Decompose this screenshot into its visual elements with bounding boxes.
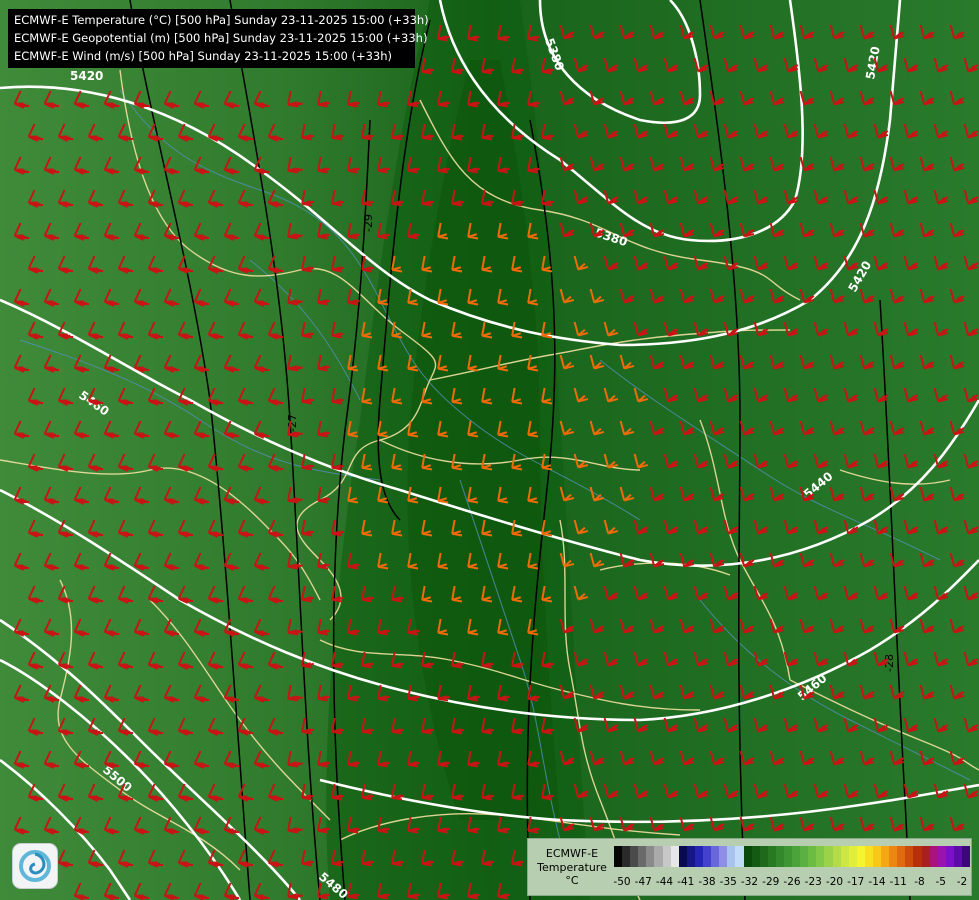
legend-tick-label: -41 xyxy=(677,876,695,888)
legend-swatch xyxy=(686,846,695,867)
legend-swatch xyxy=(743,846,752,867)
legend-swatch xyxy=(881,846,890,867)
ecmwf-swirl-icon xyxy=(19,850,51,882)
legend-tick-label: -44 xyxy=(655,876,674,888)
legend-tick-label: -5 xyxy=(935,876,946,888)
legend-swatch xyxy=(792,846,801,867)
legend-title-line-1: ECMWF-E xyxy=(545,847,599,860)
legend-swatch xyxy=(759,846,768,867)
legend-tick-label: -14 xyxy=(868,876,886,888)
legend-swatch xyxy=(848,846,857,867)
legend-swatch xyxy=(953,846,963,867)
legend-swatch xyxy=(889,846,898,867)
header-temperature: ECMWF-E Temperature (°C) [500 hPa] Sunda… xyxy=(14,13,429,27)
legend-swatch xyxy=(783,846,793,867)
legend-swatch xyxy=(921,846,930,867)
legend-swatch xyxy=(719,846,728,867)
legend-tick-label: -29 xyxy=(762,876,780,888)
legend-swatch xyxy=(775,846,784,867)
legend-tick-label: -20 xyxy=(825,876,844,888)
legend-tick-label: -2 xyxy=(956,876,968,888)
legend-title-line-2: Temperature xyxy=(537,860,607,874)
header-geopotential: ECMWF-E Geopotential (m) [500 hPa] Sunda… xyxy=(14,31,428,45)
legend-tick-label: -38 xyxy=(698,876,716,888)
map-header: ECMWF-E Temperature (°C) [500 hPa] Sunda… xyxy=(8,9,429,68)
legend-swatch xyxy=(662,846,671,867)
legend-tick-label: -8 xyxy=(914,876,925,888)
legend-swatch xyxy=(873,846,882,867)
isohypse-label-1: 5420 xyxy=(70,69,103,83)
legend-swatch xyxy=(864,846,873,867)
legend-tick-label: -50 xyxy=(613,876,631,888)
legend-swatch xyxy=(937,846,946,867)
legend-swatch xyxy=(614,846,623,867)
legend-swatch xyxy=(840,846,849,867)
legend-swatch xyxy=(808,846,817,867)
legend-color-bar xyxy=(614,846,971,867)
weather-map[interactable]: -29 -27 -28 5420 5380 5380 5420 5460 544… xyxy=(0,0,979,900)
legend-title-line-3: °C xyxy=(565,874,579,887)
legend-swatch xyxy=(678,846,687,867)
legend-ticks: -50 -47 -44 -41 -38 -35 -32 -29 -26 -23 -20 -17 -14-… xyxy=(613,876,970,890)
legend-swatch xyxy=(856,846,865,867)
legend-swatch xyxy=(905,846,914,867)
isotherm-label-2: -27 xyxy=(286,414,299,432)
legend-swatch xyxy=(630,846,639,867)
legend-swatch xyxy=(638,846,647,867)
legend-swatch xyxy=(767,846,776,867)
isotherm-label-1: -29 xyxy=(362,214,375,232)
legend-tick-label: -26 xyxy=(783,876,801,888)
header-wind: ECMWF-E Wind (m/s) [500 hPa] Sunday 23-1… xyxy=(14,49,393,63)
legend-swatch xyxy=(751,846,760,867)
legend-swatch xyxy=(824,846,833,867)
legend-swatch xyxy=(727,846,736,867)
legend-tick-label: -17 xyxy=(847,876,865,888)
legend-swatch xyxy=(654,846,663,867)
legend-swatch xyxy=(800,846,809,867)
legend-tick-label: -23 xyxy=(804,876,822,888)
legend-swatch xyxy=(711,846,720,867)
temperature-legend: ECMWF-E Temperature °C -50 -47 -44 -41 -38 -3… xyxy=(527,838,972,896)
legend-swatch xyxy=(670,846,679,867)
legend-swatch xyxy=(735,846,744,867)
legend-swatch xyxy=(646,846,655,867)
legend-swatch xyxy=(945,846,954,867)
legend-swatch xyxy=(962,846,971,867)
ecmwf-logo xyxy=(12,843,58,889)
legend-tick-label: -35 xyxy=(719,876,737,888)
legend-swatch xyxy=(703,846,712,867)
legend-tick-label: -32 xyxy=(740,876,759,888)
legend-swatch xyxy=(816,846,825,867)
legend-swatch xyxy=(832,846,841,867)
legend-tick-label: -11 xyxy=(889,876,907,888)
legend-swatch xyxy=(897,846,906,867)
legend-title: ECMWF-E Temperature °C xyxy=(532,847,612,888)
legend-swatch xyxy=(929,846,938,867)
legend-swatch xyxy=(913,846,922,867)
legend-tick-label: -47 xyxy=(634,876,652,888)
legend-swatch xyxy=(622,846,631,867)
legend-swatch xyxy=(694,846,704,867)
